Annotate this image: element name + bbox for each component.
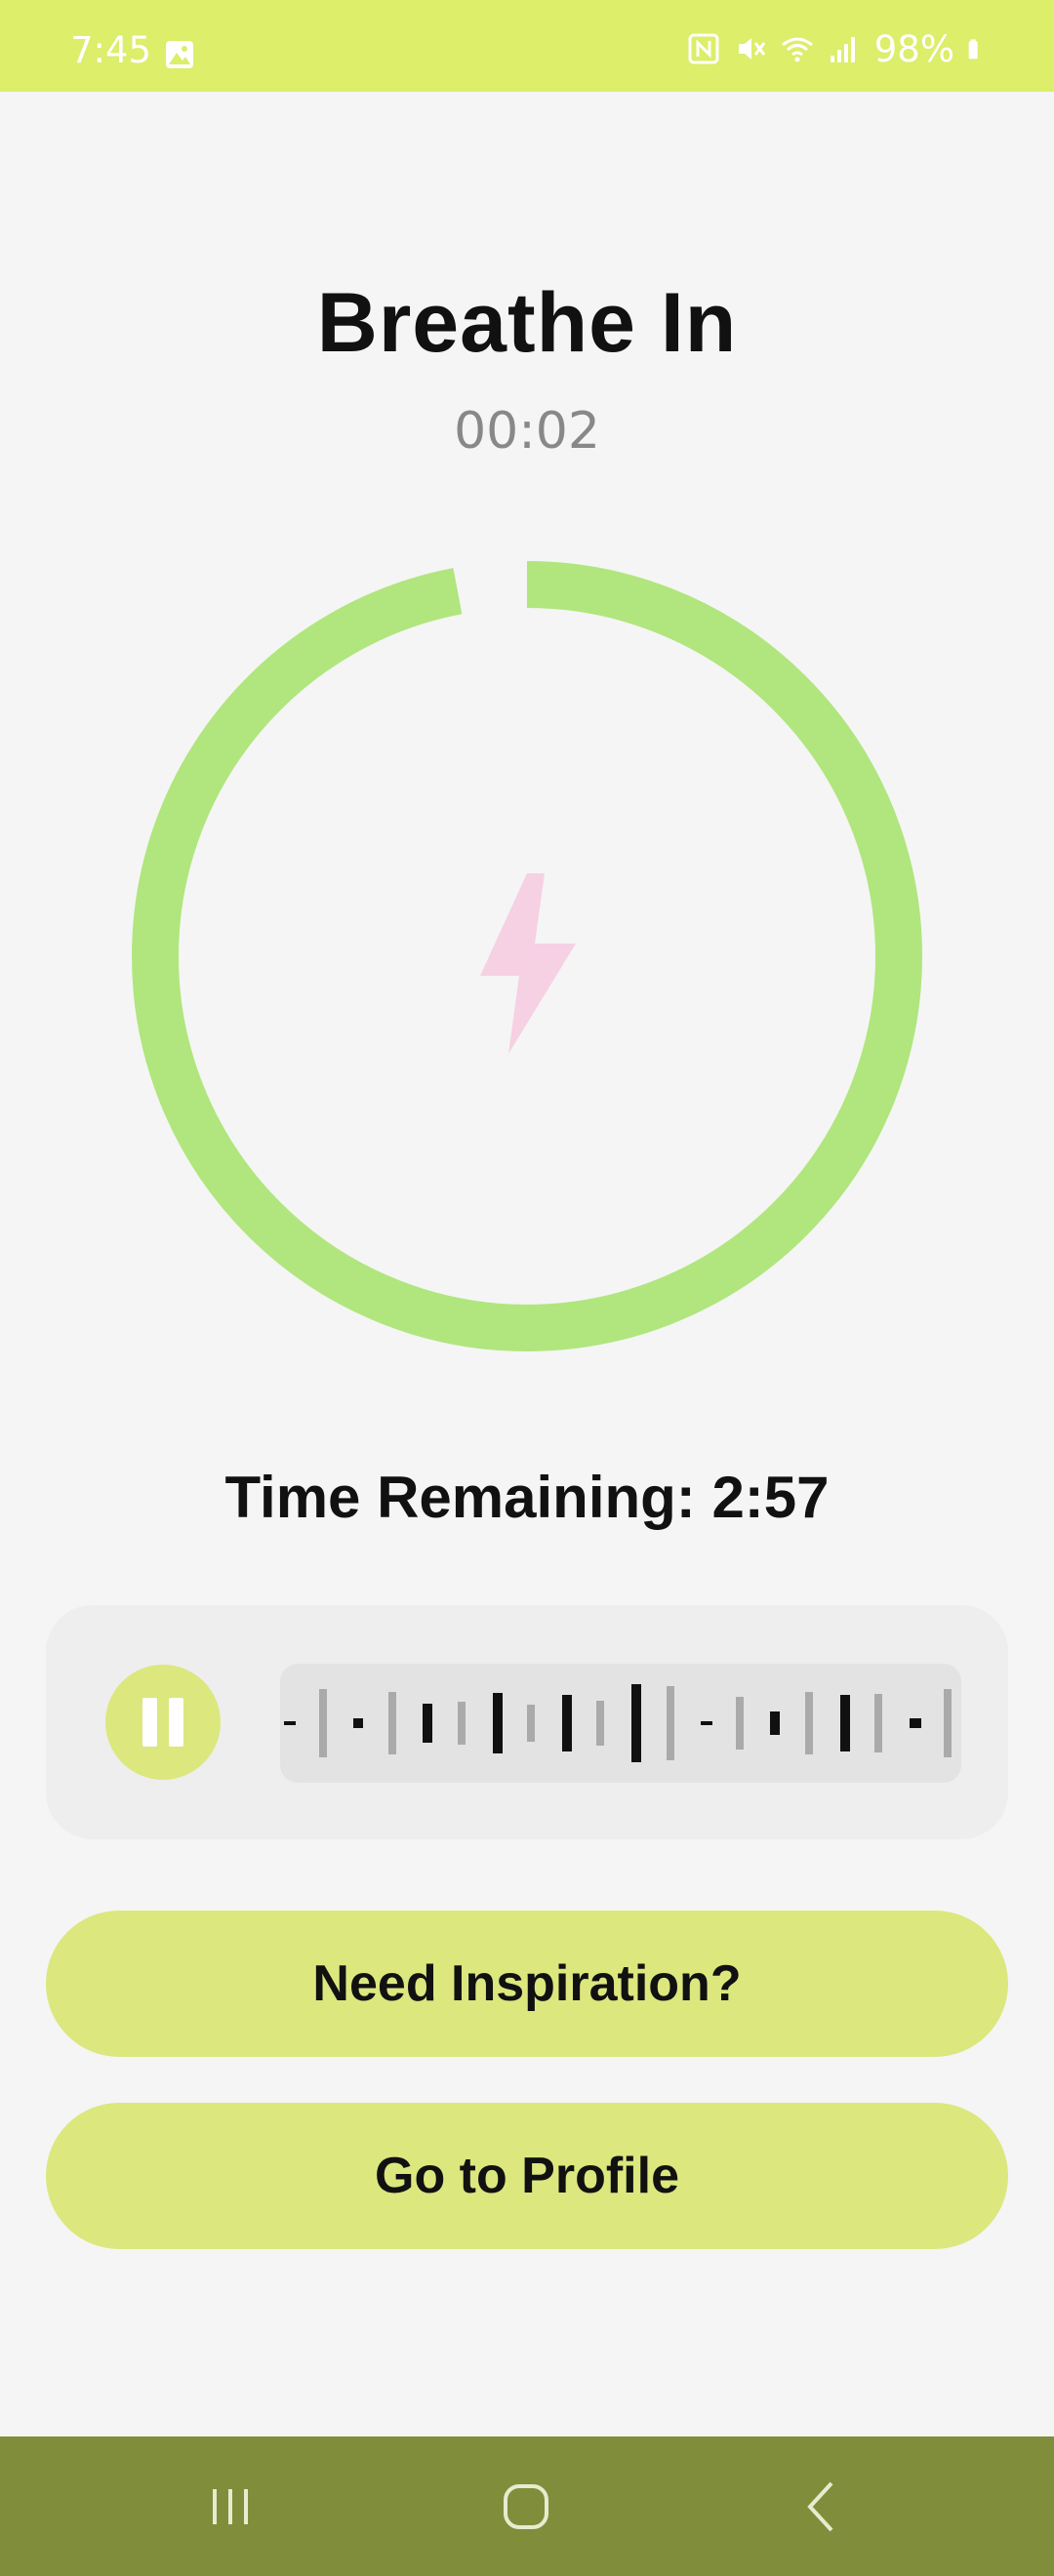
gallery-icon	[166, 41, 193, 68]
breathing-progress-ring	[132, 561, 922, 1351]
waveform-bar	[596, 1701, 605, 1746]
waveform-bar	[527, 1705, 536, 1742]
wifi-icon	[781, 37, 813, 62]
status-icons: 98%	[687, 27, 990, 70]
recents-icon[interactable]	[195, 2472, 265, 2542]
waveform-bar	[805, 1692, 813, 1754]
mute-icon	[738, 38, 765, 60]
waveform-bar	[701, 1721, 713, 1725]
home-icon[interactable]	[491, 2472, 561, 2542]
battery-icon	[968, 39, 978, 60]
need-inspiration-button[interactable]: Need Inspiration?	[46, 1911, 1008, 2057]
waveform-bar	[284, 1721, 296, 1725]
pause-button[interactable]	[105, 1665, 221, 1780]
waveform-icon[interactable]	[280, 1664, 961, 1783]
waveform-bar	[561, 1695, 572, 1751]
system-nav-bar	[0, 2436, 1054, 2576]
status-time: 7:45	[70, 29, 152, 71]
waveform-bar	[770, 1711, 781, 1735]
waveform-bar	[735, 1697, 744, 1750]
audio-player	[46, 1605, 1008, 1839]
waveform-bar	[944, 1689, 953, 1757]
time-remaining: Time Remaining: 2:57	[224, 1465, 830, 1530]
lightning-icon	[480, 873, 576, 1054]
battery-percent: 98%	[873, 27, 954, 70]
waveform-bar	[318, 1689, 327, 1757]
waveform-bar	[909, 1718, 921, 1728]
status-bar: 7:45 98%	[0, 0, 1054, 92]
nfc-icon	[688, 33, 719, 64]
waveform-bar	[353, 1718, 364, 1728]
go-to-profile-button[interactable]: Go to Profile	[46, 2103, 1008, 2249]
signal-icon	[830, 37, 855, 62]
back-icon[interactable]	[787, 2472, 857, 2542]
pause-icon	[142, 1698, 157, 1747]
waveform-bar	[874, 1694, 883, 1752]
waveform-bar	[666, 1686, 674, 1760]
waveform-bar	[492, 1693, 503, 1753]
waveform-bar	[631, 1684, 641, 1762]
phase-timer: 00:02	[454, 402, 600, 461]
waveform-bar	[423, 1704, 433, 1743]
phase-title: Breathe In	[316, 276, 738, 370]
waveform-bar	[458, 1702, 466, 1745]
waveform-bar	[387, 1692, 396, 1754]
waveform-bar	[839, 1695, 850, 1751]
